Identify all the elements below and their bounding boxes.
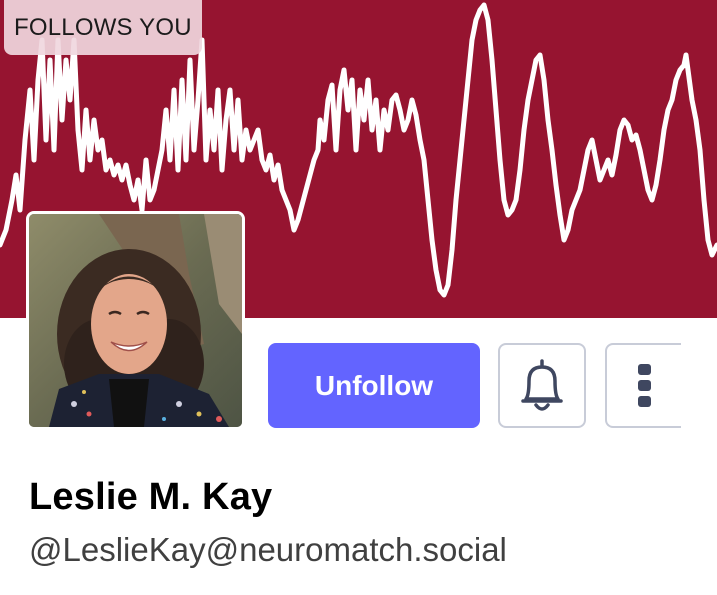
notify-button[interactable] (498, 343, 586, 428)
unfollow-button[interactable]: Unfollow (268, 343, 480, 428)
bell-icon (521, 358, 563, 411)
account-handle: @LeslieKay@neuromatch.social (29, 531, 507, 568)
follows-you-badge: FOLLOWS YOU (4, 0, 202, 55)
vertical-ellipsis-icon (638, 363, 651, 407)
avatar-photo (29, 214, 242, 427)
display-name: Leslie M. Kay (29, 476, 273, 518)
avatar[interactable] (26, 211, 245, 430)
more-options-button[interactable] (605, 343, 681, 428)
